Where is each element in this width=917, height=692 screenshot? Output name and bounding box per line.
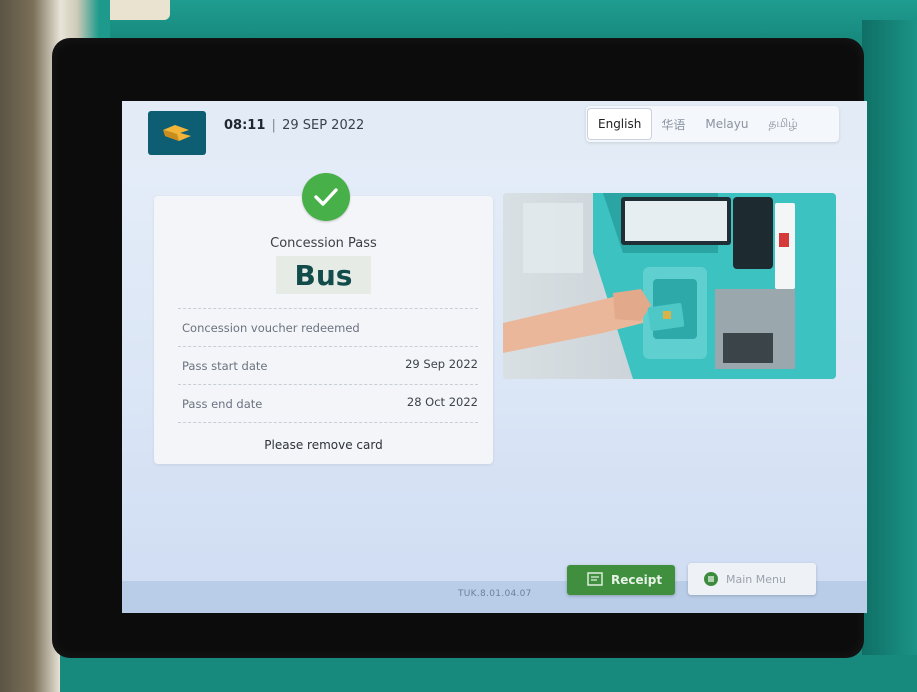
start-date-value: 29 Sep 2022 [405, 357, 478, 371]
receipt-button[interactable]: Receipt [567, 565, 675, 595]
version-label: TUK.8.01.04.07 [458, 589, 532, 599]
kiosk-housing-top [40, 0, 917, 40]
end-date-row: Pass end date 28 Oct 2022 [178, 384, 478, 420]
menu-icon [704, 572, 718, 586]
clock: 08:11 | 29 SEP 2022 [224, 118, 364, 133]
kiosk-housing-bottom [60, 655, 917, 692]
receipt-icon [587, 571, 603, 589]
kiosk-screen: 08:11 | 29 SEP 2022 English 华语 Melayu தம… [122, 101, 867, 613]
language-selector: English 华语 Melayu தமிழ் [586, 106, 839, 142]
pass-title: Concession Pass [270, 236, 377, 251]
language-malay-button[interactable]: Melayu [695, 109, 758, 139]
start-date-row: Pass start date 29 Sep 2022 [178, 346, 478, 382]
receipt-label: Receipt [611, 573, 663, 587]
check-circle-icon [302, 173, 350, 221]
end-date-value: 28 Oct 2022 [406, 395, 478, 409]
kiosk-housing-right [862, 20, 917, 692]
result-card: Concession Pass Bus Concession voucher r… [154, 196, 493, 464]
main-menu-button[interactable]: Main Menu [688, 563, 816, 595]
voucher-row: Concession voucher redeemed [178, 308, 478, 342]
end-date-label: Pass end date [182, 397, 263, 411]
voucher-message: Concession voucher redeemed [182, 321, 360, 335]
divider [178, 422, 478, 423]
language-chinese-button[interactable]: 华语 [651, 109, 695, 139]
main-menu-label: Main Menu [726, 572, 786, 586]
clock-time: 08:11 [224, 118, 266, 133]
transit-logo-icon [148, 111, 206, 155]
card-tap-illustration [503, 193, 836, 379]
clock-separator: | [271, 118, 276, 133]
pass-type: Bus [276, 256, 371, 294]
clock-date: 29 SEP 2022 [282, 118, 365, 133]
start-date-label: Pass start date [182, 359, 268, 373]
language-tamil-button[interactable]: தமிழ் [759, 109, 808, 139]
remove-card-instruction: Please remove card [264, 438, 383, 452]
top-bar: 08:11 | 29 SEP 2022 English 华语 Melayu தம… [122, 101, 867, 161]
language-english-button[interactable]: English [588, 109, 652, 139]
